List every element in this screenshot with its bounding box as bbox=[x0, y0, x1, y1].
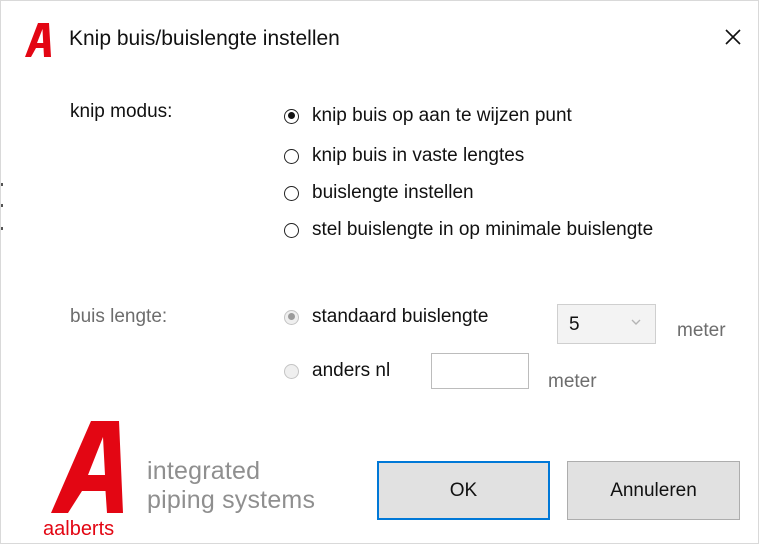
dialog-window: Knip buis/buislengte instellen knip modu… bbox=[0, 0, 759, 544]
pipe-length-option-other[interactable]: anders nl bbox=[284, 360, 390, 382]
radio-label: standaard buislengte bbox=[312, 306, 489, 327]
radio-label: anders nl bbox=[312, 360, 391, 381]
brand-tagline-line1: integrated bbox=[147, 457, 261, 485]
pipe-length-label: buis lengte: bbox=[70, 306, 168, 327]
radio-label: stel buislengte in op minimale buislengt… bbox=[312, 219, 654, 240]
cut-mode-option-set-length[interactable]: buislengte instellen bbox=[284, 182, 474, 204]
brand-tagline: integrated piping systems bbox=[147, 457, 315, 515]
other-length-input[interactable] bbox=[431, 353, 529, 389]
chevron-down-icon bbox=[631, 319, 641, 325]
cut-mode-option-point[interactable]: knip buis op aan te wijzen punt bbox=[284, 105, 572, 127]
cut-mode-option-minimal-length[interactable]: stel buislengte in op minimale buislengt… bbox=[284, 219, 653, 241]
close-button[interactable] bbox=[710, 15, 756, 59]
radio-button[interactable] bbox=[284, 222, 299, 238]
radio-button[interactable] bbox=[284, 148, 299, 164]
other-length-unit: meter bbox=[548, 371, 597, 392]
radio-button[interactable] bbox=[284, 108, 299, 124]
cancel-button[interactable]: Annuleren bbox=[567, 461, 740, 520]
brand-tagline-line2: piping systems bbox=[147, 486, 316, 514]
standard-length-select[interactable]: 5 bbox=[557, 304, 656, 344]
dialog-title: Knip buis/buislengte instellen bbox=[69, 27, 340, 50]
standard-length-unit: meter bbox=[677, 320, 726, 341]
radio-button[interactable] bbox=[284, 185, 299, 201]
aalberts-brand-logo: aalberts bbox=[43, 421, 123, 539]
cut-mode-option-fixed-lengths[interactable]: knip buis in vaste lengtes bbox=[284, 145, 524, 167]
title-bar[interactable]: Knip buis/buislengte instellen bbox=[1, 1, 758, 71]
radio-button[interactable] bbox=[284, 309, 299, 325]
edge-mark bbox=[1, 183, 3, 186]
standard-length-value: 5 bbox=[569, 314, 580, 335]
close-icon bbox=[725, 29, 741, 45]
edge-mark bbox=[1, 227, 3, 230]
radio-button[interactable] bbox=[284, 363, 299, 379]
aalberts-logo-icon bbox=[25, 23, 51, 57]
pipe-length-option-standard[interactable]: standaard buislengte bbox=[284, 306, 488, 328]
edge-mark bbox=[1, 204, 3, 207]
radio-label: knip buis in vaste lengtes bbox=[312, 145, 525, 166]
ok-button[interactable]: OK bbox=[377, 461, 550, 520]
cut-mode-label: knip modus: bbox=[70, 101, 173, 122]
radio-label: knip buis op aan te wijzen punt bbox=[312, 105, 572, 126]
aalberts-wordmark: aalberts bbox=[43, 518, 114, 539]
radio-label: buislengte instellen bbox=[312, 182, 474, 203]
